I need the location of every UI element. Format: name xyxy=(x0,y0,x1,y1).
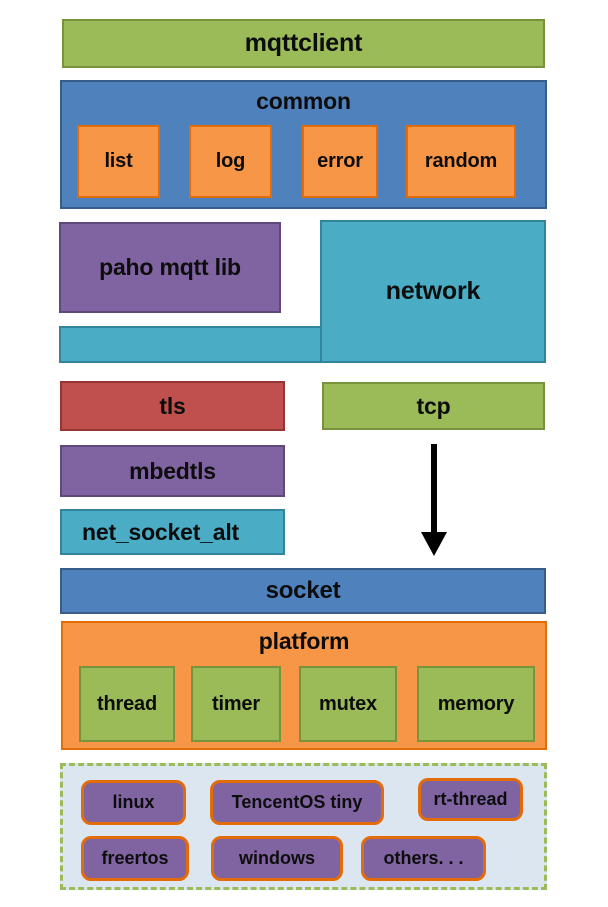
module-memory: memory xyxy=(417,666,535,742)
module-thread: thread xyxy=(79,666,175,742)
layer-tls: tls xyxy=(60,381,285,431)
arrow-down-icon xyxy=(421,444,447,556)
layer-common: common list log error random xyxy=(60,80,547,209)
architecture-diagram: mqttclient common list log error random … xyxy=(0,0,608,907)
layer-operating-systems: linux TencentOS tiny rt-thread freertos … xyxy=(60,763,547,890)
module-log: log xyxy=(189,125,272,198)
layer-common-label: common xyxy=(256,88,351,114)
layer-mqttclient: mqttclient xyxy=(62,19,545,68)
layer-tcp: tcp xyxy=(322,382,545,430)
layer-platform: platform thread timer mutex memory xyxy=(61,621,547,750)
os-item-linux: linux xyxy=(81,780,186,825)
os-item-windows: windows xyxy=(211,836,343,881)
layer-net-socket-alt: net_socket_alt xyxy=(60,509,285,555)
module-error: error xyxy=(302,125,378,198)
os-item-others: others. . . xyxy=(361,836,486,881)
module-mutex: mutex xyxy=(299,666,397,742)
module-random: random xyxy=(406,125,516,198)
layer-network: network xyxy=(320,220,546,363)
os-item-rt-thread: rt-thread xyxy=(418,778,523,821)
layer-mbedtls: mbedtls xyxy=(60,445,285,497)
os-item-freertos: freertos xyxy=(81,836,189,881)
layer-paho-mqtt-lib: paho mqtt lib xyxy=(59,222,281,313)
os-item-tencentos-tiny: TencentOS tiny xyxy=(210,780,384,825)
module-timer: timer xyxy=(191,666,281,742)
module-list: list xyxy=(77,125,160,198)
layer-network-extension xyxy=(59,326,322,363)
layer-platform-label: platform xyxy=(258,628,350,654)
layer-socket: socket xyxy=(60,568,546,614)
